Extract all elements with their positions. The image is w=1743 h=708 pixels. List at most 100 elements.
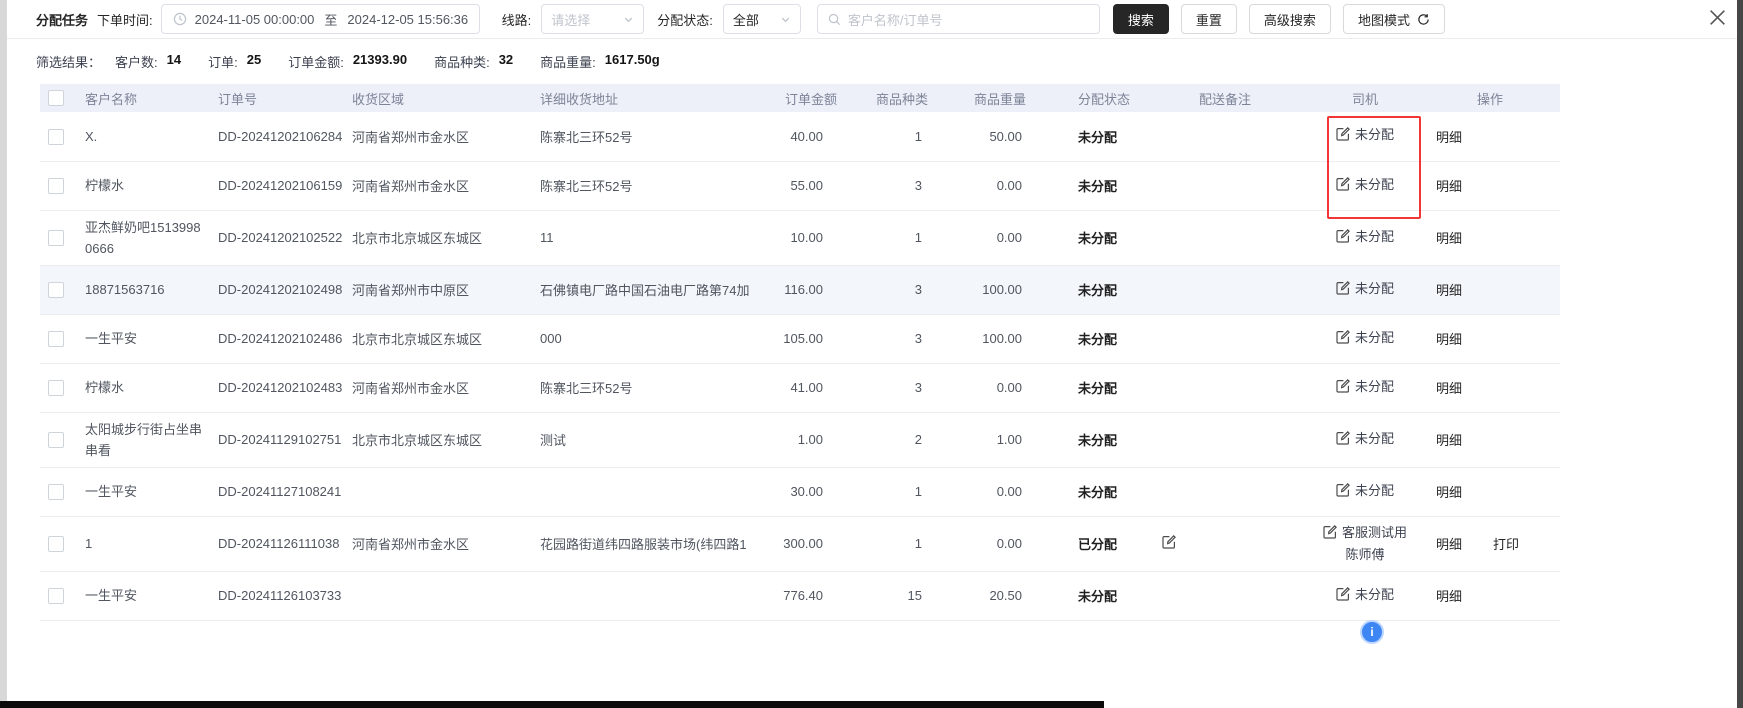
search-button[interactable]: 搜索 — [1113, 4, 1169, 34]
types-cell: 1 — [845, 516, 940, 571]
driver-edit-icon[interactable] — [1336, 177, 1350, 197]
customer-count-label: 客户数: — [115, 52, 158, 71]
delivery-note-cell — [1140, 363, 1310, 412]
assign-status-cell: 未分配 — [1040, 314, 1140, 363]
floating-help-icon[interactable]: i — [1360, 620, 1384, 644]
region-cell: 河南省郑州市金水区 — [352, 516, 540, 571]
driver-name[interactable]: 未分配 — [1355, 587, 1394, 602]
assign-status-cell: 未分配 — [1040, 363, 1140, 412]
row-checkbox[interactable] — [48, 178, 64, 194]
driver-edit-icon[interactable] — [1336, 330, 1350, 350]
row-checkbox[interactable] — [48, 331, 64, 347]
select-all-checkbox[interactable] — [48, 90, 64, 106]
detail-link[interactable]: 明细 — [1436, 485, 1462, 500]
driver-edit-icon[interactable] — [1336, 431, 1350, 451]
types-cell: 2 — [845, 412, 940, 467]
region-cell: 河南省郑州市金水区 — [352, 161, 540, 210]
row-checkbox[interactable] — [48, 282, 64, 298]
driver-cell[interactable]: 未分配 — [1310, 112, 1420, 161]
filter-bar: 分配任务 下单时间: 2024-11-05 00:00:00 至 2024-12… — [7, 0, 1737, 39]
detail-link[interactable]: 明细 — [1436, 433, 1462, 448]
assign-status-cell: 未分配 — [1040, 412, 1140, 467]
date-start-value[interactable]: 2024-11-05 00:00:00 — [195, 12, 315, 27]
row-checkbox[interactable] — [48, 536, 64, 552]
search-placeholder: 客户名称/订单号 — [848, 10, 943, 29]
types-cell: 15 — [845, 571, 940, 620]
map-mode-button[interactable]: 地图模式 — [1343, 4, 1445, 34]
driver-name[interactable]: 未分配 — [1355, 229, 1394, 244]
detail-link[interactable]: 明细 — [1436, 537, 1462, 552]
types-cell: 3 — [845, 314, 940, 363]
date-end-value[interactable]: 2024-12-05 15:56:36 — [347, 12, 468, 27]
row-checkbox[interactable] — [48, 380, 64, 396]
operations-cell: 明细 — [1420, 363, 1560, 412]
driver-name[interactable]: 未分配 — [1355, 281, 1394, 296]
screen-edge-left — [0, 0, 7, 708]
amount-cell: 30.00 — [775, 467, 845, 516]
col-driver-header: 司机 — [1310, 84, 1420, 112]
route-select[interactable]: 请选择 — [541, 4, 644, 34]
detail-link[interactable]: 明细 — [1436, 589, 1462, 604]
detail-link[interactable]: 明细 — [1436, 381, 1462, 396]
table-header-row: 客户名称 订单号 收货区域 详细收货地址 订单金额 商品种类 商品重量 分配状态… — [40, 84, 1560, 112]
driver-cell[interactable]: 未分配 — [1310, 161, 1420, 210]
driver-name[interactable]: 未分配 — [1355, 330, 1394, 345]
driver-name[interactable]: 客服测试用陈师傅 — [1342, 525, 1407, 562]
customer-name-cell: 18871563716 — [85, 265, 218, 314]
row-checkbox[interactable] — [48, 432, 64, 448]
driver-edit-icon[interactable] — [1336, 483, 1350, 503]
date-range-separator: 至 — [324, 10, 337, 29]
driver-name[interactable]: 未分配 — [1355, 483, 1394, 498]
driver-cell[interactable]: 客服测试用陈师傅 — [1310, 516, 1420, 571]
driver-cell[interactable]: 未分配 — [1310, 314, 1420, 363]
row-checkbox[interactable] — [48, 588, 64, 604]
detail-link[interactable]: 明细 — [1436, 179, 1462, 194]
print-link[interactable]: 打印 — [1493, 537, 1519, 552]
weight-cell: 0.00 — [940, 467, 1040, 516]
detail-link[interactable]: 明细 — [1436, 231, 1462, 246]
driver-name[interactable]: 未分配 — [1355, 127, 1394, 142]
driver-edit-icon[interactable] — [1336, 229, 1350, 249]
col-amount-header: 订单金额 — [775, 84, 845, 112]
close-icon[interactable] — [1705, 5, 1729, 29]
driver-edit-icon[interactable] — [1336, 127, 1350, 147]
detail-link[interactable]: 明细 — [1436, 283, 1462, 298]
driver-cell[interactable]: 未分配 — [1310, 571, 1420, 620]
operations-cell: 明细 — [1420, 571, 1560, 620]
task-title: 分配任务 — [36, 10, 88, 29]
note-edit-icon[interactable] — [1162, 535, 1176, 552]
driver-edit-icon[interactable] — [1323, 525, 1337, 545]
order-no-cell: DD-20241202106284 — [218, 112, 352, 161]
search-icon — [828, 13, 841, 26]
advanced-search-button[interactable]: 高级搜索 — [1249, 4, 1331, 34]
driver-cell[interactable]: 未分配 — [1310, 363, 1420, 412]
detail-link[interactable]: 明细 — [1436, 332, 1462, 347]
col-address-header: 详细收货地址 — [540, 84, 775, 112]
address-cell: 11 — [540, 210, 775, 265]
driver-name[interactable]: 未分配 — [1355, 177, 1394, 192]
driver-name[interactable]: 未分配 — [1355, 431, 1394, 446]
row-checkbox[interactable] — [48, 129, 64, 145]
detail-link[interactable]: 明细 — [1436, 130, 1462, 145]
operations-cell: 明细 — [1420, 412, 1560, 467]
types-cell: 3 — [845, 265, 940, 314]
driver-name[interactable]: 未分配 — [1355, 379, 1394, 394]
driver-cell[interactable]: 未分配 — [1310, 265, 1420, 314]
customer-name-cell: 柠檬水 — [85, 363, 218, 412]
row-checkbox[interactable] — [48, 230, 64, 246]
driver-cell[interactable]: 未分配 — [1310, 210, 1420, 265]
driver-cell[interactable]: 未分配 — [1310, 412, 1420, 467]
reset-button[interactable]: 重置 — [1181, 4, 1237, 34]
order-time-label: 下单时间: — [97, 10, 153, 29]
weight-cell: 0.00 — [940, 210, 1040, 265]
row-checkbox[interactable] — [48, 484, 64, 500]
search-input[interactable]: 客户名称/订单号 — [817, 4, 1100, 34]
driver-cell[interactable]: 未分配 — [1310, 467, 1420, 516]
date-range-input[interactable]: 2024-11-05 00:00:00 至 2024-12-05 15:56:3… — [161, 4, 480, 34]
driver-edit-icon[interactable] — [1336, 379, 1350, 399]
driver-edit-icon[interactable] — [1336, 281, 1350, 301]
assign-status-cell: 未分配 — [1040, 467, 1140, 516]
assign-status-select[interactable]: 全部 — [723, 4, 801, 34]
address-cell: 测试 — [540, 412, 775, 467]
driver-edit-icon[interactable] — [1336, 587, 1350, 607]
